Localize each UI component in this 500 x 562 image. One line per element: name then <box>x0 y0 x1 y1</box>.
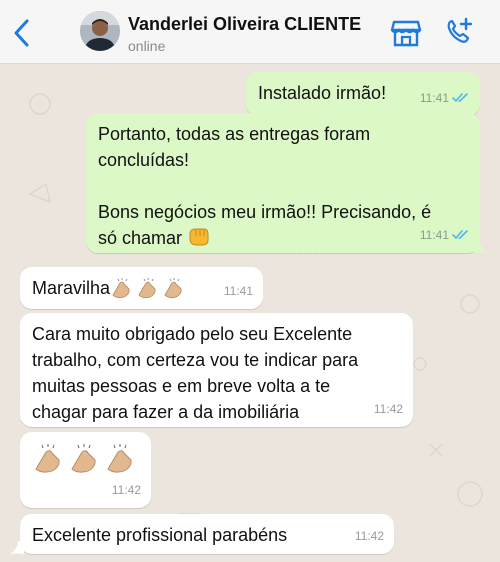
message-text-line: Bons negócios meu irmão!! Precisando, é <box>98 202 432 222</box>
message-meta: 11:41 <box>420 222 470 248</box>
avatar[interactable] <box>80 11 120 51</box>
message-bubble-outgoing[interactable]: Portanto, todas as entregas foram conclu… <box>86 113 480 253</box>
message-bubble-outgoing[interactable]: Instalado irmão! 11:41 <box>246 72 480 116</box>
back-chevron-icon[interactable] <box>10 18 34 48</box>
message-time: 11:41 <box>419 91 449 105</box>
clapping-hands-emoji <box>112 278 182 299</box>
bubble-tail <box>10 541 24 554</box>
contact-status: online <box>128 38 166 54</box>
message-bubble-incoming[interactable]: Maravilha 11:41 <box>20 267 263 309</box>
message-text-line: trabalho, com certeza vou te indicar par… <box>32 350 359 370</box>
message-bubble-incoming[interactable]: Excelente profissional parabéns 11:42 <box>20 514 394 554</box>
message-time: 11:41 <box>419 228 449 242</box>
bubble-tail <box>474 240 487 253</box>
message-text: Instalado irmão! <box>258 83 387 103</box>
message-text-line: Cara muito obrigado pelo seu Excelente <box>32 324 353 344</box>
chat-header: Vanderlei Oliveira CLIENTE online <box>0 0 500 64</box>
message-text: Maravilha <box>32 278 111 298</box>
message-bubble-incoming[interactable]: Cara muito obrigado pelo seu Excelente t… <box>20 313 413 427</box>
double-check-icon <box>452 93 468 103</box>
add-call-icon[interactable] <box>444 17 474 47</box>
contact-name[interactable]: Vanderlei Oliveira CLIENTE <box>128 14 361 35</box>
message-text-line: concluídas! <box>98 150 190 170</box>
oncoming-fist-emoji <box>189 228 209 246</box>
message-meta: 11:41 <box>420 85 470 111</box>
double-check-icon <box>452 230 468 240</box>
chat-area[interactable]: Instalado irmão! 11:41 Portanto, todas a… <box>0 64 500 562</box>
message-time: 11:41 <box>223 284 253 298</box>
message-text-line: chagar para fazer a da imobiliária <box>32 402 300 422</box>
message-bubble-incoming[interactable]: 11:42 <box>20 432 151 508</box>
message-text-line: Portanto, todas as entregas foram <box>98 124 371 144</box>
message-text-line: muitas pessoas e em breve volta a te <box>32 376 331 396</box>
message-time: 11:42 <box>373 402 403 416</box>
message-text-line: só chamar <box>98 228 183 248</box>
store-icon[interactable] <box>390 18 422 48</box>
message-time: 11:42 <box>111 483 141 497</box>
clapping-hands-emoji <box>35 444 132 473</box>
message-time: 11:42 <box>354 529 384 543</box>
message-text: Excelente profissional parabéns <box>32 525 288 545</box>
